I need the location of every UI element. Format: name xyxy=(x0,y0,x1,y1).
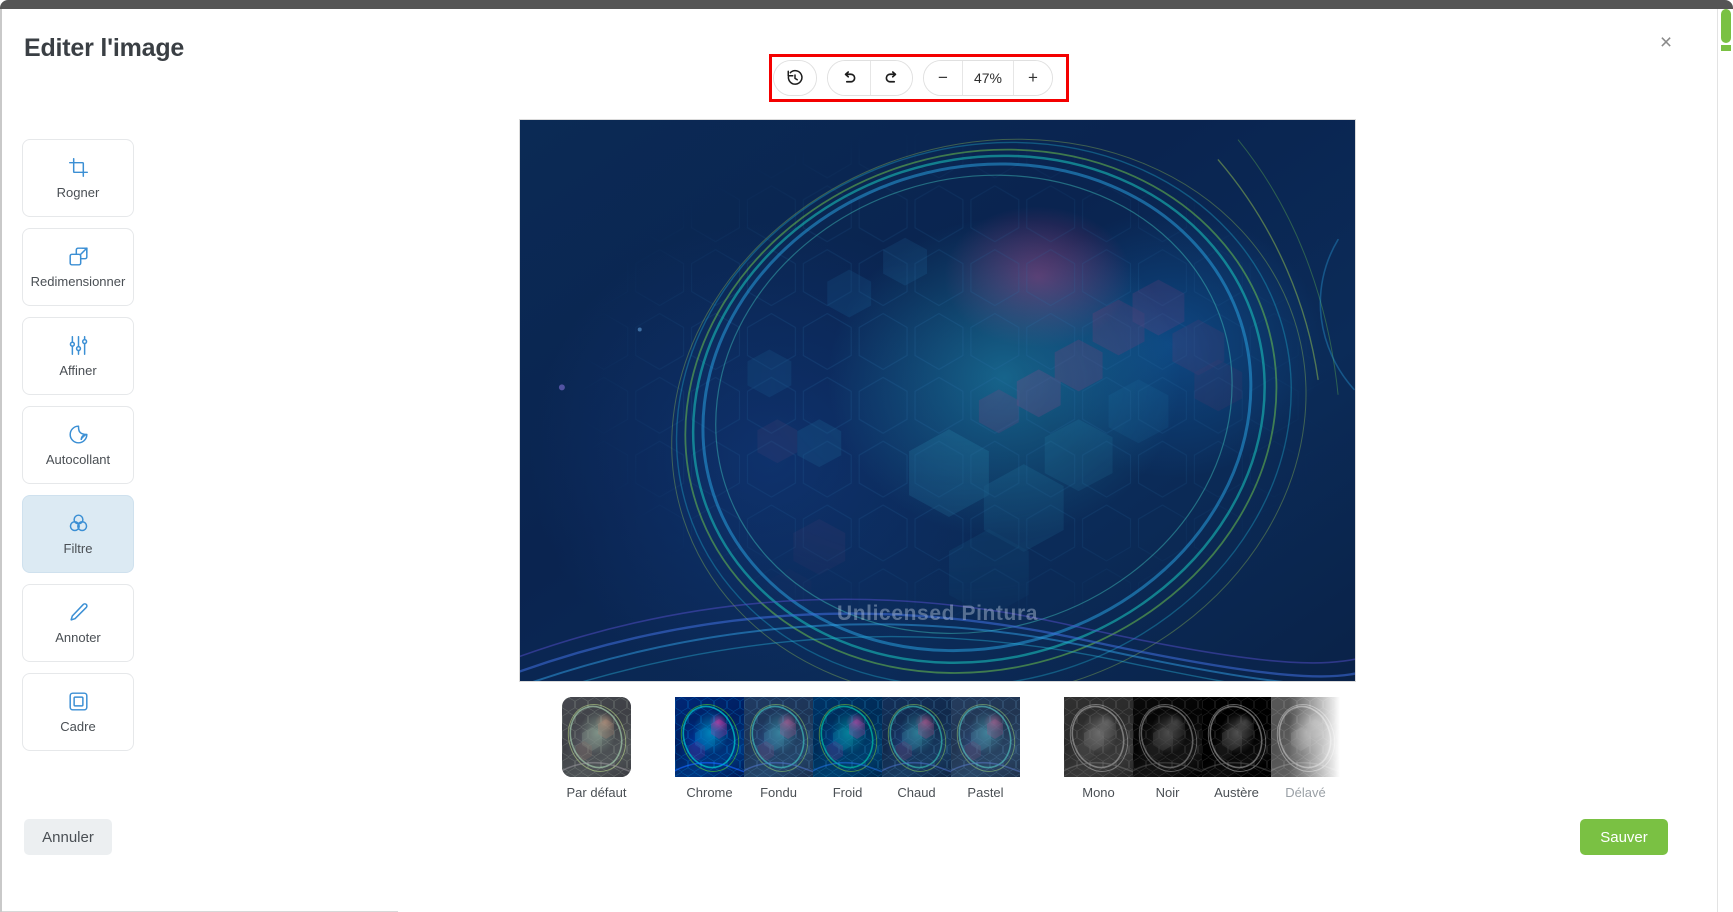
filter-label: Chrome xyxy=(686,785,733,800)
filter-thumbnail[interactable] xyxy=(562,697,631,777)
filter-thumbnail[interactable] xyxy=(1271,697,1340,777)
filter-option[interactable]: Noir xyxy=(1133,697,1202,800)
page-scrollbar-thumb[interactable] xyxy=(1721,9,1731,43)
filter-option[interactable]: Fondu xyxy=(744,697,813,800)
sticker-icon xyxy=(68,423,89,445)
window-chrome-bar xyxy=(0,0,1733,9)
filter-option[interactable]: Austère xyxy=(1202,697,1271,800)
filter-label: Mono xyxy=(1082,785,1115,800)
filter-thumbnail[interactable] xyxy=(1064,697,1133,777)
crop-icon xyxy=(68,156,89,178)
sidebar-item-annoter[interactable]: Annoter xyxy=(22,584,134,662)
revert-icon[interactable] xyxy=(774,61,816,95)
filter-option[interactable]: Pastel xyxy=(951,697,1020,800)
filter-label: Pastel xyxy=(967,785,1004,800)
sidebar-item-redimensionner[interactable]: Redimensionner xyxy=(22,228,134,306)
sidebar-item-label: Affiner xyxy=(59,363,97,378)
sidebar-item-label: Rogner xyxy=(56,185,100,200)
zoom-tool-group: − 47% + xyxy=(923,60,1053,96)
page-scrollbar-thumb-tail xyxy=(1721,45,1731,51)
sliders-icon xyxy=(68,334,89,356)
filter-label: Chaud xyxy=(897,785,936,800)
close-icon[interactable]: × xyxy=(1651,27,1681,57)
sidebar-item-autocollant[interactable]: Autocollant xyxy=(22,406,134,484)
filter-label: Par défaut xyxy=(566,785,627,800)
filter-thumbnail[interactable] xyxy=(813,697,882,777)
filter-thumbnail[interactable] xyxy=(675,697,744,777)
sidebar-item-filtre[interactable]: Filtre xyxy=(22,495,134,573)
pencil-icon xyxy=(68,601,89,623)
sidebar-item-rogner[interactable]: Rogner xyxy=(22,139,134,217)
filter-icon xyxy=(68,512,89,534)
image-toolbar: − 47% + xyxy=(773,58,1053,98)
frame-icon xyxy=(68,690,89,712)
save-button[interactable]: Sauver xyxy=(1580,819,1668,855)
canvas-fiber-streaks xyxy=(520,139,1355,681)
image-canvas[interactable]: Unlicensed Pintura xyxy=(519,119,1356,682)
filter-option[interactable]: Par défaut xyxy=(562,697,631,800)
sidebar-item-affiner[interactable]: Affiner xyxy=(22,317,134,395)
filter-option[interactable]: Chrome xyxy=(675,697,744,800)
page-title: Editer l'image xyxy=(24,34,185,62)
sidebar-item-cadre[interactable]: Cadre xyxy=(22,673,134,751)
filter-group-default: Par défaut xyxy=(562,697,631,800)
filter-option[interactable]: Froid xyxy=(813,697,882,800)
filter-label: Austère xyxy=(1214,785,1259,800)
filter-label: Froid xyxy=(832,785,863,800)
sidebar-item-label: Filtre xyxy=(63,541,93,556)
undo-redo-tool-group xyxy=(827,60,913,96)
filter-label: Noir xyxy=(1155,785,1180,800)
zoom-in-button[interactable]: + xyxy=(1014,61,1052,95)
undo-icon[interactable] xyxy=(828,61,870,95)
filter-option[interactable]: Mono xyxy=(1064,697,1133,800)
filter-option[interactable]: Chaud xyxy=(882,697,951,800)
filter-option[interactable]: Délavé xyxy=(1271,697,1340,800)
filter-group-color: Chrome Fondu Froid Chaud Pastel xyxy=(675,697,1020,800)
page-scrollbar[interactable] xyxy=(1717,9,1733,912)
history-tool-group xyxy=(773,60,817,96)
filter-thumbnail[interactable] xyxy=(951,697,1020,777)
image-editor-modal: Editer l'image × − 47% + Rogner Redimens… xyxy=(0,0,1733,912)
filter-group-monochrome: Mono Noir Austère Délavé xyxy=(1064,697,1340,800)
resize-icon xyxy=(68,245,89,267)
sidebar-item-label: Cadre xyxy=(60,719,96,734)
filter-thumbnail[interactable] xyxy=(1202,697,1271,777)
filter-thumbnail[interactable] xyxy=(882,697,951,777)
modal-surface: Editer l'image × − 47% + Rogner Redimens… xyxy=(2,9,1709,912)
zoom-level-value[interactable]: 47% xyxy=(962,61,1014,95)
cancel-button[interactable]: Annuler xyxy=(24,819,112,855)
editor-tool-rail: Rogner Redimensionner Affiner Autocollan… xyxy=(22,139,134,751)
filter-thumbnail[interactable] xyxy=(744,697,813,777)
filter-thumbnail[interactable] xyxy=(1133,697,1202,777)
filter-label: Fondu xyxy=(760,785,797,800)
sidebar-item-label: Annoter xyxy=(55,630,101,645)
filter-thumbnail-strip: Par défaut Chrome Fondu Froid Chaud Pastel Mon… xyxy=(562,697,1340,800)
zoom-out-button[interactable]: − xyxy=(924,61,962,95)
redo-icon[interactable] xyxy=(870,61,912,95)
sidebar-item-label: Autocollant xyxy=(45,452,111,467)
canvas-watermark: Unlicensed Pintura xyxy=(836,602,1039,626)
filter-label: Délavé xyxy=(1285,785,1326,800)
sidebar-item-label: Redimensionner xyxy=(30,274,126,289)
